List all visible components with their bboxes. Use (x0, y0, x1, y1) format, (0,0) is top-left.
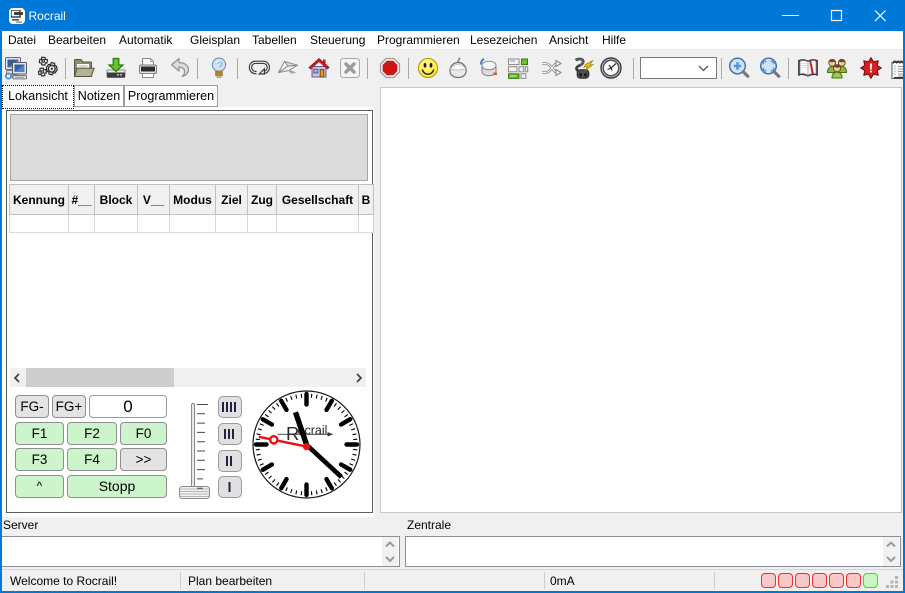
svg-text:!: ! (869, 61, 873, 75)
